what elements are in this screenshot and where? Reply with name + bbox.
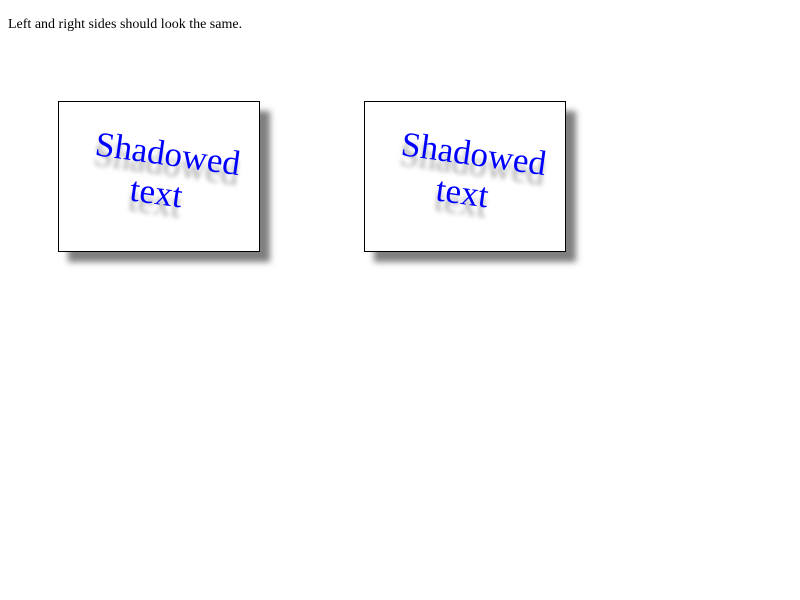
left-shadow-panel: Shadowed text	[58, 101, 260, 252]
right-shadowed-text: Shadowed text	[386, 123, 556, 224]
right-shadow-panel: Shadowed text	[364, 101, 566, 252]
instructions-text: Left and right sides should look the sam…	[8, 17, 243, 32]
left-shadowed-text: Shadowed text	[80, 123, 250, 224]
